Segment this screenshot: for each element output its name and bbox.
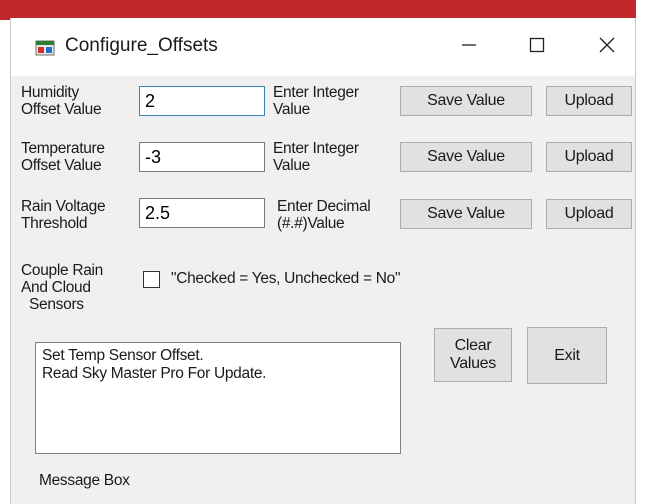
minimize-icon xyxy=(461,37,477,58)
window-title: Configure_Offsets xyxy=(65,35,218,56)
couple-hint: "Checked = Yes, Unchecked = No" xyxy=(171,270,401,287)
close-button[interactable] xyxy=(579,22,635,72)
rain-upload-button[interactable]: Upload xyxy=(546,199,632,229)
message-box[interactable]: Set Temp Sensor Offset. Read Sky Master … xyxy=(35,342,401,454)
configure-offsets-window: Configure_Offsets Humidity Offset Value … xyxy=(10,18,636,504)
temperature-hint: Enter Integer Value xyxy=(273,140,359,174)
clear-values-button[interactable]: Clear Values xyxy=(434,328,512,382)
temperature-label-line2: Offset Value xyxy=(21,157,102,174)
humidity-offset-input[interactable] xyxy=(139,86,265,116)
humidity-label: Humidity Offset Value xyxy=(21,84,102,118)
exit-button[interactable]: Exit xyxy=(527,327,607,384)
humidity-label-line1: Humidity xyxy=(21,84,79,101)
humidity-upload-button[interactable]: Upload xyxy=(546,86,632,116)
temperature-label-line1: Temperature xyxy=(21,140,105,157)
rain-label-line1: Rain Voltage xyxy=(21,198,106,215)
rain-hint: Enter Decimal (#.#)Value xyxy=(277,198,371,232)
rain-save-button[interactable]: Save Value xyxy=(400,199,532,229)
temperature-hint-line2: Value xyxy=(273,157,310,174)
maximize-icon xyxy=(529,37,545,58)
temperature-offset-input[interactable] xyxy=(139,142,265,172)
rain-label-line2: Threshold xyxy=(21,215,88,232)
message-box-label: Message Box xyxy=(39,472,130,489)
background-edge xyxy=(636,0,652,504)
title-bar[interactable]: Configure_Offsets xyxy=(11,18,635,76)
couple-label-line3: Sensors xyxy=(29,296,84,313)
close-icon xyxy=(599,37,615,58)
couple-sensors-label: Couple Rain And Cloud Sensors xyxy=(21,262,103,313)
temperature-upload-button[interactable]: Upload xyxy=(546,142,632,172)
message-line: Set Temp Sensor Offset. xyxy=(42,347,204,364)
clear-label-line2: Values xyxy=(450,355,496,372)
humidity-save-button[interactable]: Save Value xyxy=(400,86,532,116)
humidity-label-line2: Offset Value xyxy=(21,101,102,118)
temperature-label: Temperature Offset Value xyxy=(21,140,105,174)
background-strip xyxy=(0,0,652,20)
rain-hint-line2: (#.#)Value xyxy=(277,215,345,232)
couple-sensors-checkbox[interactable] xyxy=(143,271,160,288)
humidity-hint-line2: Value xyxy=(273,101,310,118)
message-line: Read Sky Master Pro For Update. xyxy=(42,365,267,382)
rain-voltage-input[interactable] xyxy=(139,198,265,228)
temperature-hint-line1: Enter Integer xyxy=(273,140,359,157)
rain-hint-line1: Enter Decimal xyxy=(277,198,371,215)
couple-label-line1: Couple Rain xyxy=(21,262,104,279)
rain-voltage-label: Rain Voltage Threshold xyxy=(21,198,106,232)
clear-label-line1: Clear xyxy=(454,337,492,354)
temperature-save-button[interactable]: Save Value xyxy=(400,142,532,172)
humidity-hint-line1: Enter Integer xyxy=(273,84,359,101)
app-icon xyxy=(35,38,55,58)
couple-label-line2: And Cloud xyxy=(21,279,91,296)
minimize-button[interactable] xyxy=(441,22,497,72)
maximize-button[interactable] xyxy=(509,22,565,72)
humidity-hint: Enter Integer Value xyxy=(273,84,359,118)
